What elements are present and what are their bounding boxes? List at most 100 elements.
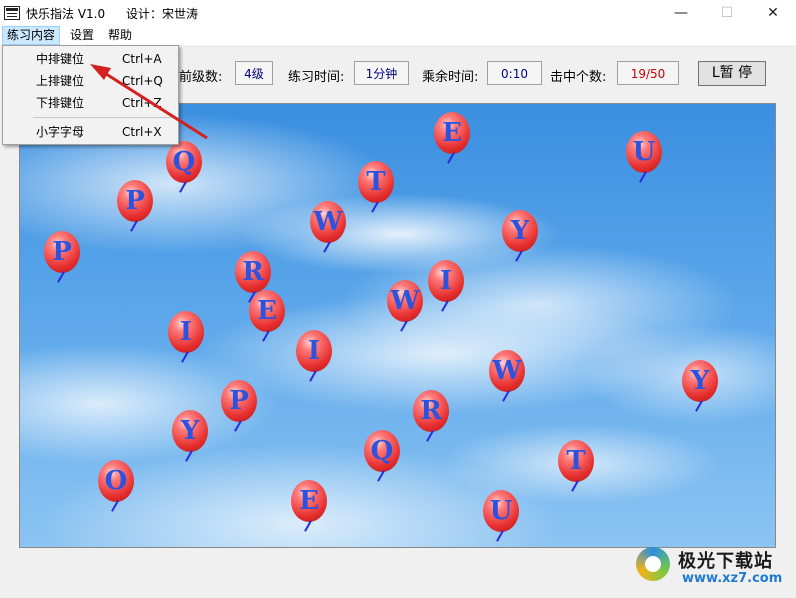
balloon-string — [695, 400, 703, 412]
balloon: I — [296, 330, 332, 384]
practice-content-dropdown: 中排键位 Ctrl+A 上排键位 Ctrl+Q 下排键位 Ctrl+Z 小字字母… — [2, 45, 179, 145]
balloon: Y — [682, 360, 718, 414]
balloon-string — [447, 152, 455, 164]
minimize-button[interactable]: — — [658, 0, 704, 26]
menu-item-upper-row[interactable]: 上排键位 Ctrl+Q — [3, 70, 178, 92]
balloon-letter: Q — [172, 147, 196, 177]
watermark-name: 极光下载站 — [678, 551, 773, 572]
keyboard-icon — [4, 6, 20, 20]
balloon-letter: T — [366, 167, 386, 197]
balloon-letter: U — [632, 137, 656, 167]
balloon-letter: P — [125, 186, 145, 216]
balloon-string — [130, 220, 138, 232]
balloon-string — [323, 241, 331, 253]
level-label: 前级数: — [179, 70, 223, 85]
balloon-string — [371, 201, 379, 213]
balloon: I — [428, 260, 464, 314]
watermark-url: www.xz7.com — [682, 571, 783, 586]
balloon-letter: I — [307, 336, 321, 366]
balloon-letter: P — [52, 237, 72, 267]
balloon-string — [400, 320, 408, 332]
window-title: 快乐指法 V1.0 — [26, 7, 106, 21]
menu-item-label: 上排键位 — [36, 74, 85, 88]
balloon-string — [441, 300, 449, 312]
balloon-string — [639, 171, 647, 183]
balloon: R — [413, 390, 449, 444]
menu-item-lower-row[interactable]: 下排键位 Ctrl+Z — [3, 92, 178, 114]
balloon-string — [502, 390, 510, 402]
watermark: 极光下载站 www.xz7.com — [632, 543, 792, 595]
menu-item-shortcut: Ctrl+A — [122, 52, 162, 66]
menu-item-label: 小字字母 — [36, 125, 85, 139]
balloon-string — [262, 330, 270, 342]
balloon-letter: T — [566, 446, 586, 476]
pause-button[interactable]: L暂 停 — [698, 61, 766, 86]
balloon: Q — [364, 430, 400, 484]
balloon-letter: R — [420, 396, 442, 426]
menu-item-label: 下排键位 — [36, 96, 85, 110]
close-button[interactable]: ✕ — [750, 0, 796, 26]
menu-separator — [33, 117, 174, 118]
balloon: W — [387, 280, 423, 334]
maximize-icon: ☐ — [720, 5, 734, 21]
balloon: T — [358, 161, 394, 215]
close-icon: ✕ — [767, 5, 779, 21]
balloon: P — [221, 380, 257, 434]
remaining-time-label: 乘余时间: — [422, 70, 479, 85]
balloon-string — [181, 351, 189, 363]
menu-settings[interactable]: 设置 — [66, 27, 98, 44]
balloon-string — [377, 470, 385, 482]
balloon: P — [117, 180, 153, 234]
menu-help[interactable]: 帮助 — [104, 27, 136, 44]
game-area[interactable]: EUQPTWYPRIEWIYIWPRYQTOEU — [19, 103, 776, 548]
balloon-letter: I — [179, 317, 193, 347]
maximize-button[interactable]: ☐ — [704, 0, 750, 26]
balloon-string — [185, 450, 193, 462]
menu-item-shortcut: Ctrl+X — [122, 125, 162, 139]
balloon-string — [426, 430, 434, 442]
balloon: P — [44, 231, 80, 285]
menu-item-middle-row[interactable]: 中排键位 Ctrl+A — [3, 48, 178, 70]
practice-time-value: 1分钟 — [354, 61, 409, 85]
balloon: I — [168, 311, 204, 365]
balloon-letter: E — [299, 486, 319, 516]
balloon-string — [304, 520, 312, 532]
menu-item-shortcut: Ctrl+Q — [122, 74, 163, 88]
menu-bar: 练习内容 设置 帮助 — [0, 26, 796, 45]
balloon: E — [249, 290, 285, 344]
designer-credit: 设计：宋世涛 — [126, 7, 199, 21]
balloon-letter: O — [104, 466, 128, 496]
balloon: Q — [166, 141, 202, 195]
balloon-string — [496, 530, 504, 542]
balloon-string — [571, 480, 579, 492]
balloon: W — [489, 350, 525, 404]
menu-practice-content[interactable]: 练习内容 — [2, 26, 61, 45]
balloon-letter: Y — [690, 366, 710, 396]
balloon: U — [626, 131, 662, 185]
balloon: Y — [502, 210, 538, 264]
menu-item-label: 中排键位 — [36, 52, 85, 66]
remaining-time-value: 0:10 — [487, 61, 542, 85]
practice-time-label: 练习时间: — [288, 70, 345, 85]
balloon-letter: W — [390, 286, 420, 316]
balloon: T — [558, 440, 594, 494]
balloon-letter: Y — [180, 416, 200, 446]
balloon: W — [310, 201, 346, 255]
balloon-letter: Q — [370, 436, 394, 466]
hits-label: 击中个数: — [550, 70, 607, 85]
balloon: U — [483, 490, 519, 544]
balloon-letter: E — [442, 118, 462, 148]
balloon: Y — [172, 410, 208, 464]
menu-item-shortcut: Ctrl+Z — [122, 96, 162, 110]
balloon-string — [179, 181, 187, 193]
title-bar: 快乐指法 V1.0 设计：宋世涛 — ☐ ✕ — [0, 0, 796, 26]
minimize-icon: — — [674, 5, 688, 21]
balloon-string — [57, 271, 65, 283]
balloon-letter: W — [313, 207, 343, 237]
balloon-letter: E — [257, 296, 277, 326]
menu-item-lowercase[interactable]: 小字字母 Ctrl+X — [3, 121, 178, 143]
balloon-string — [234, 420, 242, 432]
balloon-letter: I — [439, 266, 453, 296]
balloon-string — [309, 370, 317, 382]
aurora-logo-icon — [636, 547, 670, 581]
